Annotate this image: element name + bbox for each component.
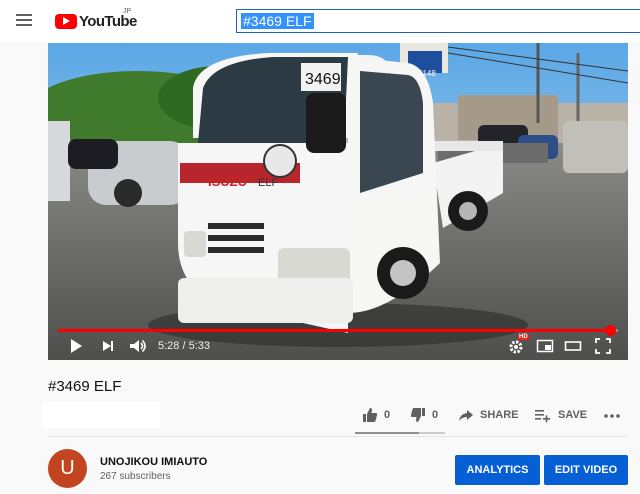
theater-mode-button[interactable] bbox=[564, 337, 582, 355]
truck-brand-text: ISUZU bbox=[208, 174, 247, 189]
hd-badge: HD bbox=[518, 334, 529, 340]
channel-name[interactable]: UNOJIKOU IMIAUTO bbox=[100, 456, 207, 468]
fullscreen-button[interactable] bbox=[594, 337, 612, 355]
save-button[interactable]: SAVE bbox=[534, 405, 587, 425]
progress-bar[interactable] bbox=[58, 325, 618, 336]
play-button[interactable] bbox=[68, 337, 84, 355]
next-button[interactable] bbox=[100, 337, 116, 355]
windshield-number-text: 3469 bbox=[305, 71, 341, 88]
like-count: 0 bbox=[384, 409, 391, 421]
duration: 5:33 bbox=[188, 340, 211, 352]
settings-button[interactable]: HD bbox=[508, 334, 529, 355]
thumbs-up-icon bbox=[363, 408, 378, 422]
video-frame: 5148 3469 ISUZU ELF bbox=[48, 43, 628, 360]
next-icon bbox=[103, 341, 113, 351]
divider bbox=[48, 436, 628, 437]
current-time: 5:28 bbox=[158, 340, 180, 352]
search-query: #3469 ELF bbox=[241, 13, 314, 29]
dislike-count: 0 bbox=[432, 409, 439, 421]
youtube-play-logo-icon bbox=[55, 13, 77, 29]
search-input[interactable]: #3469 ELF bbox=[236, 9, 640, 33]
scrubber-handle[interactable] bbox=[604, 325, 616, 336]
share-icon bbox=[459, 410, 473, 421]
theater-mode-icon bbox=[564, 341, 582, 351]
sentiment-bar bbox=[355, 432, 445, 434]
region-code: JP bbox=[123, 8, 132, 15]
miniplayer-button[interactable] bbox=[536, 337, 554, 355]
time-separator: / bbox=[179, 340, 189, 352]
hamburger-menu-icon[interactable] bbox=[16, 12, 34, 30]
miniplayer-icon bbox=[536, 339, 554, 353]
edit-video-button[interactable]: EDIT VIDEO bbox=[544, 455, 628, 485]
time-display: 5:28 / 5:33 bbox=[158, 340, 210, 352]
play-icon bbox=[71, 339, 82, 353]
thumbs-down-icon bbox=[410, 408, 425, 422]
truck-model-text: ELF bbox=[258, 177, 278, 189]
logo-text: YouTube bbox=[79, 12, 137, 30]
youtube-logo[interactable]: YouTube JP bbox=[55, 8, 137, 31]
more-actions-button[interactable] bbox=[603, 405, 627, 425]
video-title: #3469 ELF bbox=[48, 378, 122, 395]
sentiment-fill bbox=[355, 432, 419, 434]
more-horizontal-icon bbox=[604, 414, 620, 418]
analytics-button[interactable]: ANALYTICS bbox=[455, 455, 540, 485]
volume-button[interactable] bbox=[128, 337, 148, 355]
subscriber-count: 267 subscribers bbox=[100, 471, 171, 482]
dislike-button[interactable]: 0 bbox=[410, 405, 438, 425]
save-label: SAVE bbox=[558, 409, 588, 421]
masthead: YouTube JP #3469 ELF bbox=[0, 0, 640, 42]
description-placeholder bbox=[42, 402, 160, 428]
channel-avatar[interactable]: U bbox=[48, 449, 87, 488]
fullscreen-icon bbox=[595, 338, 611, 354]
volume-icon bbox=[130, 339, 146, 353]
share-label: SHARE bbox=[480, 409, 519, 421]
progress-fill bbox=[58, 329, 610, 332]
add-to-playlist-icon bbox=[535, 410, 550, 423]
share-button[interactable]: SHARE bbox=[458, 405, 519, 425]
like-button[interactable]: 0 bbox=[362, 405, 390, 425]
video-player[interactable]: 5148 3469 ISUZU ELF 5:28 / 5:33 HD bbox=[48, 43, 628, 360]
